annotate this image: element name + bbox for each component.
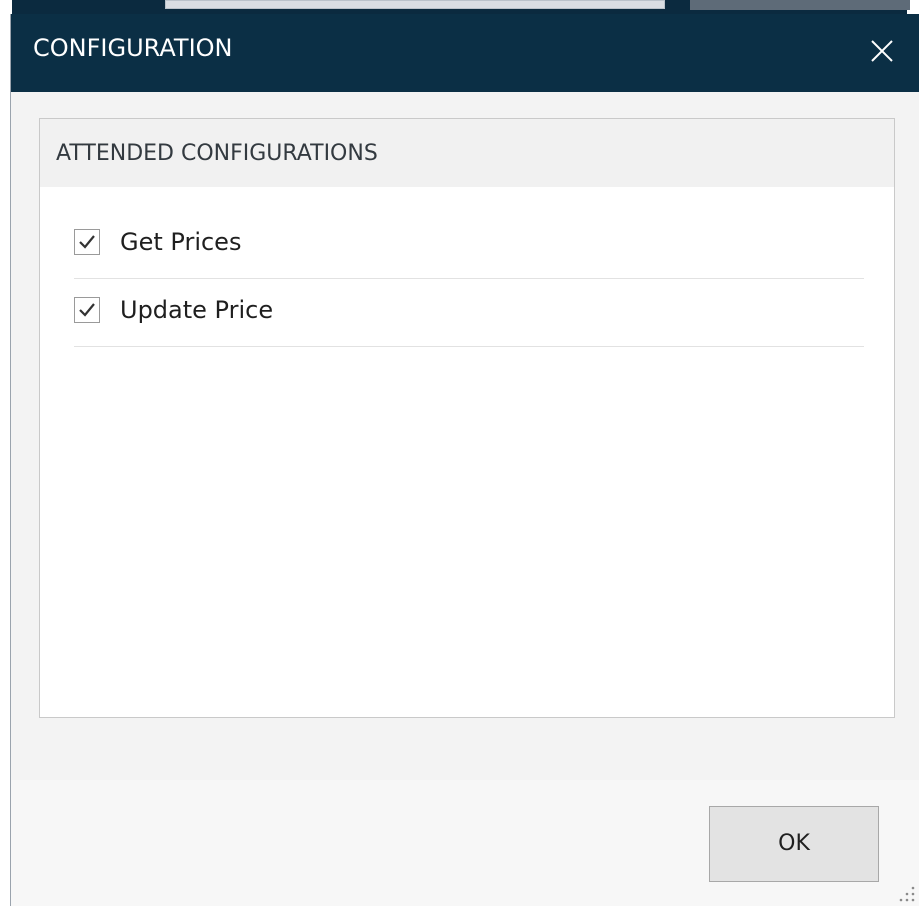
attended-configurations-panel: ATTENDED CONFIGURATIONS Get Prices Updat… (39, 118, 895, 718)
update-price-checkbox[interactable] (74, 297, 100, 323)
background-window-strip (0, 0, 919, 14)
option-update-price[interactable]: Update Price (74, 281, 864, 347)
checkmark-icon (79, 235, 95, 249)
option-get-prices[interactable]: Get Prices (74, 213, 864, 279)
background-edge (0, 14, 10, 906)
background-tab (165, 0, 665, 9)
dialog-title: CONFIGURATION (33, 34, 233, 62)
resize-grip-icon[interactable] (897, 884, 917, 904)
checkmark-icon (79, 303, 95, 317)
close-icon (871, 40, 893, 62)
dialog-titlebar: CONFIGURATION (11, 14, 919, 92)
ok-button[interactable]: OK (709, 806, 879, 882)
panel-title: ATTENDED CONFIGURATIONS (56, 141, 378, 166)
get-prices-label: Get Prices (120, 228, 242, 256)
update-price-label: Update Price (120, 296, 274, 324)
panel-header: ATTENDED CONFIGURATIONS (40, 119, 894, 187)
get-prices-checkbox[interactable] (74, 229, 100, 255)
background-accent (690, 0, 910, 10)
close-button[interactable] (861, 28, 901, 72)
configuration-dialog: CONFIGURATION ATTENDED CONFIGURATIONS Ge… (10, 14, 919, 906)
